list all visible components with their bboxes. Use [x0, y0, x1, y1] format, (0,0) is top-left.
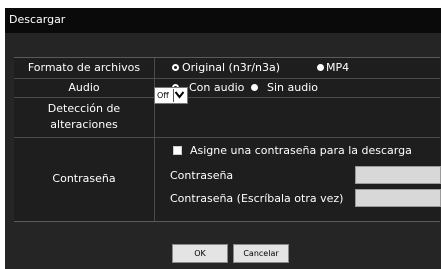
assign-password-checkbox[interactable] [173, 146, 182, 155]
dialog-title: Descargar [9, 13, 66, 26]
format-label: Formato de archivos [27, 61, 141, 74]
title-bar: Descargar [5, 8, 441, 33]
column-divider [154, 58, 155, 221]
password-field[interactable] [355, 166, 441, 184]
format-radio-original[interactable] [172, 64, 179, 71]
ok-button[interactable]: OK [172, 244, 228, 263]
format-option-original-label: Original (n3r/n3a) [182, 61, 281, 74]
audio-radio-without[interactable] [251, 84, 258, 91]
audio-label: Audio [68, 81, 100, 94]
row-divider [14, 97, 440, 98]
row-divider [14, 78, 440, 79]
tamper-select-value: Off [157, 91, 169, 100]
password-field-label: Contraseña [170, 169, 234, 182]
password-label: Contraseña [52, 172, 116, 185]
audio-option-without-label: Sin audio [267, 81, 318, 94]
row-divider [14, 137, 440, 138]
password-confirm-field-label: Contraseña (Escríbala otra vez) [170, 192, 344, 205]
password-confirm-field[interactable] [355, 189, 441, 207]
audio-option-with-label: Con audio [189, 81, 245, 94]
tamper-label-line1: Detección de [47, 102, 121, 115]
format-option-mp4-label: MP4 [326, 61, 350, 74]
tamper-label-line2: alteraciones [50, 118, 118, 131]
tamper-detection-select[interactable]: Off [154, 87, 188, 104]
cancel-button[interactable]: Cancelar [233, 244, 289, 263]
settings-panel: Formato de archivos Original (n3r/n3a) M… [14, 57, 441, 222]
assign-password-label: Asigne una contraseña para la descarga [190, 144, 412, 157]
chevron-down-icon[interactable] [173, 89, 186, 102]
format-radio-mp4[interactable] [317, 64, 324, 71]
